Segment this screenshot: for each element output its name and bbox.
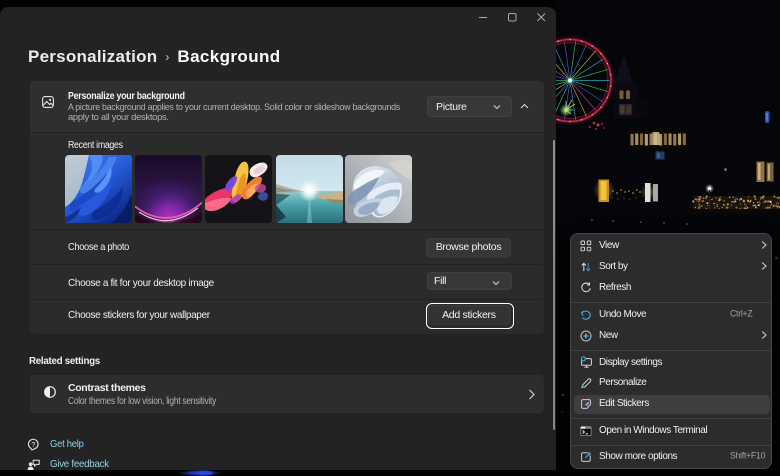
svg-text:?: ? — [31, 440, 35, 449]
